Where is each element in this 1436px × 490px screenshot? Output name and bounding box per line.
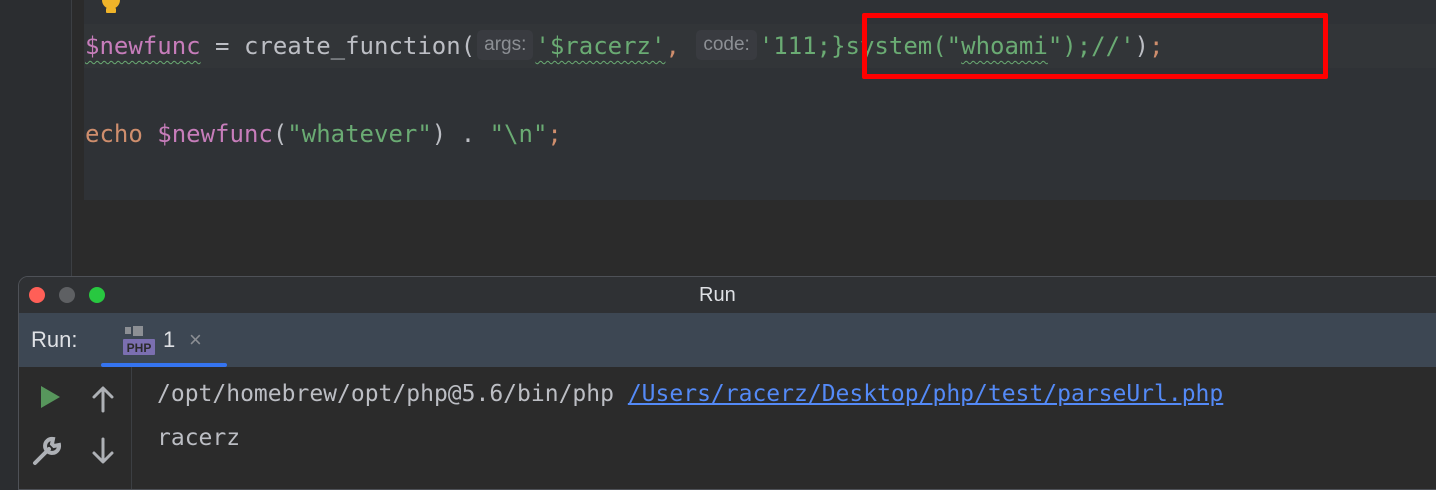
run-tab-1[interactable]: PHP 1 × [101, 313, 227, 367]
lightbulb-icon[interactable] [100, 0, 122, 16]
arrow-down-icon[interactable] [83, 431, 123, 471]
keyword-echo: echo [85, 120, 143, 148]
window-title: Run [699, 284, 736, 306]
console-output-line: racerz [157, 425, 241, 451]
interpreter-path: /opt/homebrew/opt/php@5.6/bin/php [157, 381, 614, 407]
rerun-play-icon[interactable] [29, 377, 69, 417]
run-window: Run Run: PHP 1 × /opt/homebrew/opt/php@5… [18, 276, 1436, 490]
wrench-settings-icon[interactable] [27, 431, 67, 471]
close-paren: ) [431, 120, 447, 148]
console-command-line: /opt/homebrew/opt/php@5.6/bin/php /Users… [157, 374, 1223, 414]
run-label: Run: [31, 327, 78, 352]
svg-text:PHP: PHP [127, 341, 152, 355]
tab-close-icon[interactable]: × [189, 313, 202, 367]
string-whatever: "whatever" [287, 120, 432, 148]
function-call: create_function( [243, 32, 476, 60]
open-paren: ( [272, 120, 288, 148]
script-path-link[interactable]: /Users/racerz/Desktop/php/test/parseUrl.… [628, 381, 1223, 407]
semicolon: ; [547, 120, 562, 148]
variable-newfunc-call: $newfunc [157, 120, 273, 148]
arg-args-string: '$racerz' [535, 32, 666, 60]
tools-separator [131, 367, 132, 489]
param-hint-args: args: [477, 30, 534, 60]
assign-operator: = [200, 32, 244, 60]
arrow-up-icon[interactable] [83, 379, 123, 419]
php-run-icon: PHP [123, 326, 155, 355]
tab-label: 1 [163, 327, 176, 352]
param-hint-code: code: [696, 30, 757, 60]
run-tools-left [19, 367, 75, 489]
run-toolbar: Run: PHP 1 × [19, 313, 1436, 367]
code-line-echo[interactable]: echo $newfunc("whatever") . "\n"; [85, 112, 562, 156]
string-newline: "\n" [489, 120, 548, 148]
concat-operator: . [446, 120, 490, 148]
comma: , [665, 32, 680, 60]
red-highlight-box [862, 13, 1328, 79]
run-titlebar: Run [19, 277, 1436, 313]
run-tools-right [75, 367, 131, 489]
variable-newfunc: $newfunc [85, 32, 201, 60]
